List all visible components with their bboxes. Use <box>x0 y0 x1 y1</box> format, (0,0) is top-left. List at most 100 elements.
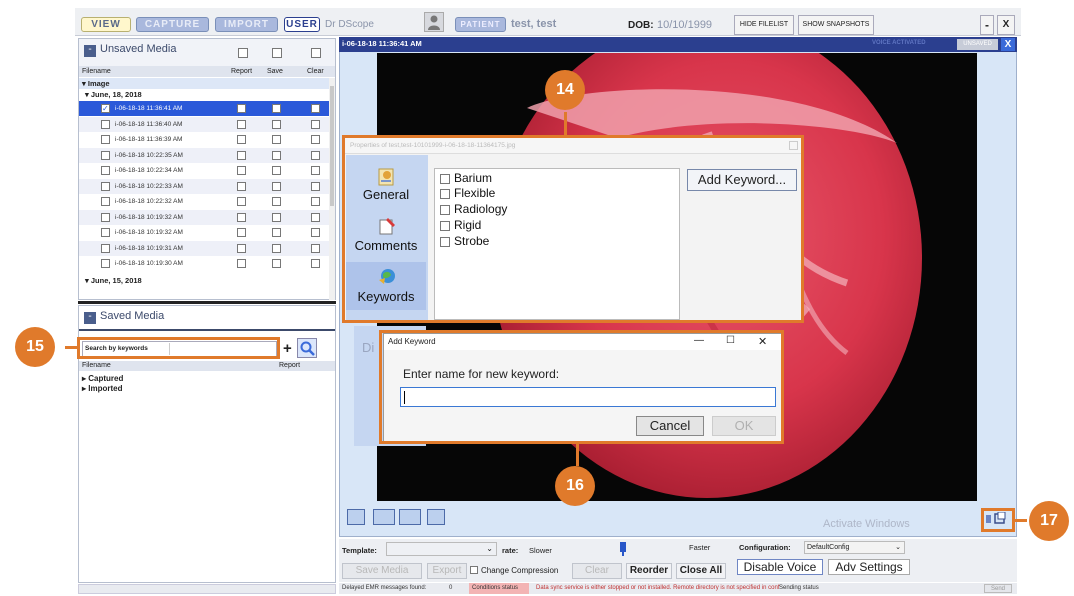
clear-checkbox[interactable] <box>311 181 320 191</box>
callout-box-properties <box>342 135 804 323</box>
captured-group[interactable]: ▸ Captured <box>82 374 123 383</box>
report-all-checkbox[interactable] <box>238 48 248 58</box>
file-row[interactable]: i-06-18-18 10:22:34 AM <box>79 163 331 178</box>
collapse-icon[interactable]: - <box>84 45 96 57</box>
date-group-1[interactable]: ▾ June, 18, 2018 <box>79 89 329 100</box>
close-app-button[interactable]: X <box>997 15 1015 35</box>
save-checkbox[interactable] <box>272 228 281 237</box>
save-checkbox[interactable] <box>272 212 281 222</box>
clear-checkbox[interactable] <box>311 119 320 129</box>
file-row[interactable]: ✓ i-06-18-18 11:36:41 AM <box>79 101 331 116</box>
file-row[interactable]: i-06-18-18 10:19:32 AM <box>79 225 331 240</box>
report-checkbox[interactable] <box>237 104 246 113</box>
hide-filelist-button[interactable]: HIDE FILELIST <box>734 15 794 35</box>
configuration-dropdown[interactable]: DefaultConfig ⌄ <box>804 541 905 554</box>
prev-image-icon[interactable] <box>347 509 365 525</box>
file-select-checkbox[interactable] <box>101 150 110 160</box>
file-select-checkbox[interactable] <box>101 228 110 237</box>
clear-checkbox[interactable] <box>311 197 320 206</box>
clear-checkbox[interactable] <box>311 150 320 160</box>
file-select-checkbox[interactable] <box>101 197 110 206</box>
save-checkbox[interactable] <box>272 259 281 268</box>
rate-slider-thumb[interactable] <box>620 542 626 552</box>
close-all-button[interactable]: Close All <box>676 563 726 579</box>
user-tab[interactable]: USER <box>284 17 320 32</box>
next-image-icon[interactable] <box>427 509 445 525</box>
left-status <box>78 584 336 594</box>
file-row[interactable]: i-06-18-18 11:36:39 AM <box>79 132 331 147</box>
save-all-checkbox[interactable] <box>272 48 282 58</box>
file-row[interactable]: i-06-18-18 10:19:30 AM <box>79 256 331 271</box>
report-checkbox[interactable] <box>237 212 246 222</box>
file-row[interactable]: i-06-18-18 11:36:40 AM <box>79 116 331 132</box>
sync-message: Data sync service is either stopped or n… <box>536 585 780 591</box>
send-button[interactable]: Send <box>984 584 1012 593</box>
report-checkbox[interactable] <box>237 259 246 268</box>
save-media-button[interactable]: Save Media <box>342 563 422 579</box>
magnify-search-icon[interactable] <box>297 338 317 358</box>
save-checkbox[interactable] <box>272 150 281 160</box>
save-checkbox[interactable] <box>272 135 281 144</box>
clear-checkbox[interactable] <box>311 135 320 144</box>
save-checkbox[interactable] <box>272 119 281 129</box>
file-select-checkbox[interactable] <box>101 119 110 129</box>
imported-group[interactable]: ▸ Imported <box>82 384 122 393</box>
change-compression-checkbox[interactable] <box>470 566 478 574</box>
capture-tab[interactable]: CAPTURE <box>136 17 209 32</box>
file-select-checkbox[interactable] <box>101 212 110 222</box>
zoom-image-icon[interactable] <box>399 509 421 525</box>
reorder-button[interactable]: Reorder <box>626 563 672 579</box>
file-row[interactable]: i-06-18-18 10:22:35 AM <box>79 147 331 163</box>
minimize-button[interactable]: - <box>980 15 994 35</box>
save-checkbox[interactable] <box>272 181 281 191</box>
report-checkbox[interactable] <box>237 228 246 237</box>
patient-tab[interactable]: PATIENT <box>455 17 506 32</box>
date-group-2[interactable]: ▾ June, 15, 2018 <box>79 275 329 286</box>
save-checkbox[interactable] <box>272 243 281 253</box>
file-row[interactable]: i-06-18-18 10:22:32 AM <box>79 194 331 209</box>
export-button[interactable]: Export <box>427 563 467 579</box>
report-checkbox[interactable] <box>237 243 246 253</box>
clear-checkbox[interactable] <box>311 243 320 253</box>
clear-checkbox[interactable] <box>311 166 320 175</box>
clear-checkbox[interactable] <box>311 104 320 113</box>
report-checkbox[interactable] <box>237 166 246 175</box>
template-dropdown[interactable]: ⌄ <box>386 542 497 556</box>
report-checkbox[interactable] <box>237 135 246 144</box>
clear-all-checkbox[interactable] <box>311 48 321 58</box>
file-row[interactable]: i-06-18-18 10:19:32 AM <box>79 209 331 225</box>
view-tab[interactable]: VIEW <box>81 17 131 32</box>
file-row[interactable]: i-06-18-18 10:19:31 AM <box>79 240 331 256</box>
file-select-checkbox[interactable] <box>101 181 110 191</box>
report-checkbox[interactable] <box>237 181 246 191</box>
clear-checkbox[interactable] <box>311 259 320 268</box>
file-select-checkbox[interactable]: ✓ <box>101 104 110 113</box>
file-select-checkbox[interactable] <box>101 243 110 253</box>
file-select-checkbox[interactable] <box>101 166 110 175</box>
group-image[interactable]: ▾ Image <box>79 78 329 89</box>
user-avatar-icon <box>424 12 444 32</box>
collapse-icon[interactable]: - <box>84 312 96 324</box>
save-checkbox[interactable] <box>272 104 281 113</box>
gallery-icon[interactable] <box>373 509 395 525</box>
clear-button[interactable]: Clear <box>572 563 622 579</box>
import-tab[interactable]: IMPORT <box>215 17 278 32</box>
viewer-close-button[interactable]: X <box>1001 38 1015 51</box>
file-select-checkbox[interactable] <box>101 135 110 144</box>
report-checkbox[interactable] <box>237 119 246 129</box>
clear-checkbox[interactable] <box>311 212 320 222</box>
save-checkbox[interactable] <box>272 166 281 175</box>
report-checkbox[interactable] <box>237 150 246 160</box>
saved-table-header: Filename Report <box>79 361 335 371</box>
file-list-scrollbar[interactable] <box>329 78 335 300</box>
report-checkbox[interactable] <box>237 197 246 206</box>
clear-checkbox[interactable] <box>311 228 320 237</box>
add-search-button[interactable]: + <box>283 340 292 357</box>
save-checkbox[interactable] <box>272 197 281 206</box>
file-select-checkbox[interactable] <box>101 259 110 268</box>
file-name: i-06-18-18 10:22:33 AM <box>115 182 183 190</box>
file-row[interactable]: i-06-18-18 10:22:33 AM <box>79 178 331 194</box>
adv-settings-button[interactable]: Adv Settings <box>828 559 910 575</box>
disable-voice-button[interactable]: Disable Voice <box>737 559 823 575</box>
show-snapshots-button[interactable]: SHOW SNAPSHOTS <box>798 15 874 35</box>
